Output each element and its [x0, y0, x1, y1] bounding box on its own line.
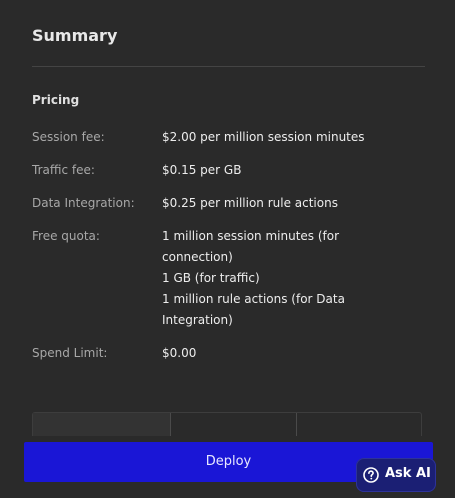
session-fee-value: $2.00 per million session minutes	[162, 127, 372, 148]
free-quota-label: Free quota:	[32, 229, 100, 243]
session-fee-label: Session fee:	[32, 130, 105, 144]
free-quota-value: 1 million session minutes (for connectio…	[162, 226, 372, 331]
data-integration-label: Data Integration:	[32, 196, 135, 210]
spend-limit-value-line: $0.00	[162, 346, 197, 360]
ask-ai-label: Ask AI	[385, 466, 431, 481]
summary-panel: Summary Pricing Session fee: $2.00 per m…	[0, 0, 455, 498]
session-fee-value-line: $2.00 per million session minutes	[162, 130, 365, 144]
spend-limit-label: Spend Limit:	[32, 346, 108, 360]
spend-limit-value: $0.00	[162, 343, 372, 364]
question-circle-icon	[363, 467, 379, 483]
free-quota-line-rules: 1 million rule actions (for Data Integra…	[162, 292, 345, 327]
traffic-fee-value-line: $0.15 per GB	[162, 163, 242, 177]
traffic-fee-label: Traffic fee:	[32, 163, 95, 177]
pricing-section-title: Pricing	[32, 93, 80, 107]
traffic-fee-value: $0.15 per GB	[162, 160, 372, 181]
free-quota-line-session: 1 million session minutes (for connectio…	[162, 229, 340, 264]
ask-ai-button[interactable]: Ask AI	[356, 458, 436, 492]
free-quota-line-traffic: 1 GB (for traffic)	[162, 271, 260, 285]
summary-title: Summary	[32, 26, 118, 45]
data-integration-value-line: $0.25 per million rule actions	[162, 196, 338, 210]
title-divider	[32, 66, 425, 67]
data-integration-value: $0.25 per million rule actions	[162, 193, 372, 214]
